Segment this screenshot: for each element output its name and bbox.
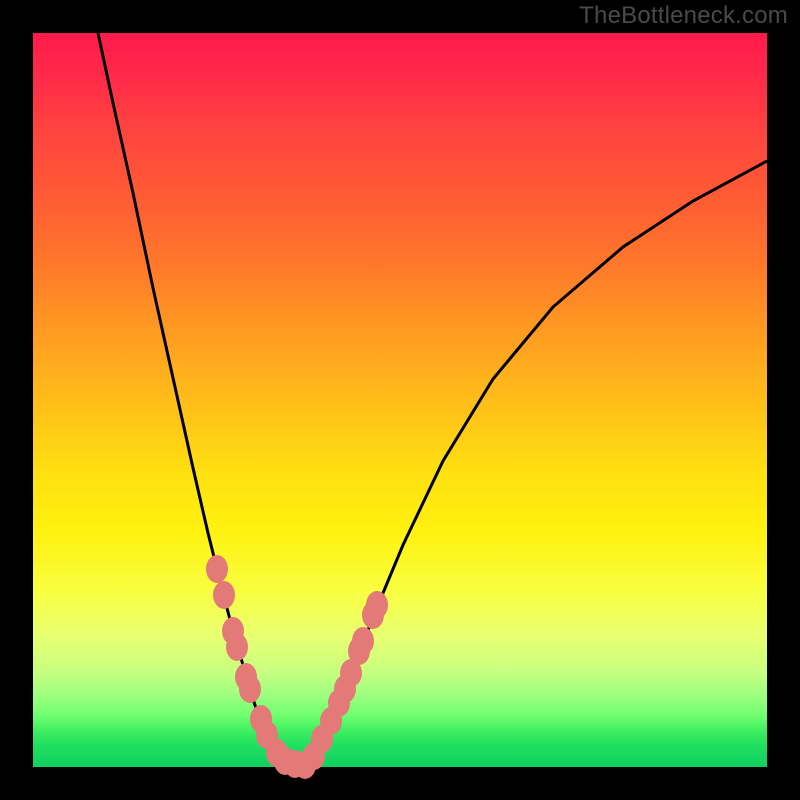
marker-dot — [366, 591, 388, 619]
bottleneck-curve-right — [298, 161, 767, 765]
marker-dot — [226, 633, 248, 661]
bottleneck-curve-left — [98, 33, 298, 765]
chart-frame: TheBottleneck.com — [0, 0, 800, 800]
plot-area — [33, 33, 767, 767]
marker-dot — [352, 627, 374, 655]
marker-dot — [206, 555, 228, 583]
markers-left-group — [206, 555, 316, 779]
curve-svg — [33, 33, 767, 767]
markers-right-group — [303, 591, 388, 770]
watermark-text: TheBottleneck.com — [579, 2, 788, 30]
marker-dot — [213, 581, 235, 609]
marker-dot — [239, 675, 261, 703]
